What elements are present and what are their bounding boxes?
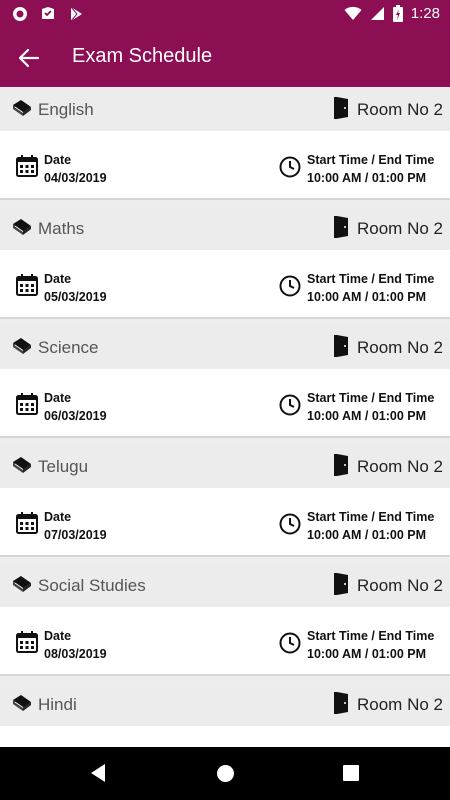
- back-triangle-icon[interactable]: [89, 763, 107, 788]
- clock-icon: [279, 632, 301, 659]
- exam-header: English Room No 2: [0, 87, 450, 131]
- time-label: Start Time / End Time: [307, 153, 435, 167]
- exam-card[interactable]: Science Room No 2 Date 06/03/2019 Start …: [0, 325, 450, 444]
- calendar-icon: [16, 274, 38, 301]
- date-label: Date: [44, 153, 72, 167]
- clock-icon: [279, 394, 301, 421]
- subject-name: Telugu: [38, 457, 89, 476]
- time-value: 10:00 AM / 01:00 PM: [307, 290, 427, 304]
- exam-list[interactable]: English Room No 2 Date 04/03/2019 Start …: [0, 87, 450, 747]
- calendar-icon: [16, 631, 38, 658]
- room-number: Room No 2: [357, 338, 443, 357]
- exam-details: Date 05/03/2019 Start Time / End Time 10…: [0, 250, 450, 319]
- time-value: 10:00 AM / 01:00 PM: [307, 528, 427, 542]
- date-label: Date: [44, 272, 72, 286]
- exam-card[interactable]: Hindi Room No 2: [0, 682, 450, 747]
- time-value: 10:00 AM / 01:00 PM: [307, 171, 427, 185]
- battery-charging-icon: [392, 5, 403, 22]
- date-value: 07/03/2019: [44, 528, 107, 542]
- room-number: Room No 2: [357, 219, 443, 238]
- time-label: Start Time / End Time: [307, 510, 435, 524]
- time-label: Start Time / End Time: [307, 391, 435, 405]
- door-icon: [333, 572, 351, 601]
- subject-name: Science: [38, 338, 99, 357]
- exam-details: Date 04/03/2019 Start Time / End Time 10…: [0, 131, 450, 200]
- exam-card[interactable]: Telugu Room No 2 Date 07/03/2019 Start T…: [0, 444, 450, 563]
- inbox-check-icon: [40, 6, 56, 22]
- room-number: Room No 2: [357, 695, 443, 714]
- date-label: Date: [44, 391, 72, 405]
- subject-name: Social Studies: [38, 576, 146, 595]
- time-label: Start Time / End Time: [307, 629, 435, 643]
- date-value: 04/03/2019: [44, 171, 107, 185]
- door-icon: [333, 96, 351, 125]
- door-icon: [333, 334, 351, 363]
- status-time: 1:28: [410, 5, 440, 22]
- exam-card[interactable]: English Room No 2 Date 04/03/2019 Start …: [0, 87, 450, 206]
- door-icon: [333, 215, 351, 244]
- navigation-bar: [0, 747, 450, 800]
- door-icon: [333, 453, 351, 482]
- date-value: 06/03/2019: [44, 409, 107, 423]
- room-number: Room No 2: [357, 457, 443, 476]
- subject-name: Hindi: [38, 695, 77, 714]
- exam-header: Telugu Room No 2: [0, 444, 450, 488]
- calendar-icon: [16, 393, 38, 420]
- book-icon: [12, 218, 32, 241]
- book-icon: [12, 99, 32, 122]
- book-icon: [12, 456, 32, 479]
- exam-details: Date 06/03/2019 Start Time / End Time 10…: [0, 369, 450, 438]
- exam-card[interactable]: Maths Room No 2 Date 05/03/2019 Start Ti…: [0, 206, 450, 325]
- subject-name: English: [38, 100, 94, 119]
- subject-name: Maths: [38, 219, 85, 238]
- book-icon: [12, 337, 32, 360]
- recents-square-icon[interactable]: [343, 765, 359, 786]
- clock-icon: [279, 513, 301, 540]
- calendar-icon: [16, 512, 38, 539]
- date-value: 08/03/2019: [44, 647, 107, 661]
- circle-notification-icon: [12, 6, 28, 22]
- exam-details: Date 07/03/2019 Start Time / End Time 10…: [0, 488, 450, 557]
- room-number: Room No 2: [357, 576, 443, 595]
- book-icon: [12, 694, 32, 717]
- time-label: Start Time / End Time: [307, 272, 435, 286]
- page-title: Exam Schedule: [72, 45, 213, 67]
- clock-icon: [279, 156, 301, 183]
- time-value: 10:00 AM / 01:00 PM: [307, 409, 427, 423]
- play-store-icon: [68, 6, 84, 22]
- room-number: Room No 2: [357, 100, 443, 119]
- arrow-back-icon[interactable]: [17, 46, 43, 70]
- exam-details: [0, 726, 450, 747]
- clock-icon: [279, 275, 301, 302]
- exam-header: Social Studies Room No 2: [0, 563, 450, 607]
- exam-header: Maths Room No 2: [0, 206, 450, 250]
- date-label: Date: [44, 510, 72, 524]
- status-bar: 1:28: [0, 0, 450, 29]
- wifi-icon: [344, 6, 362, 21]
- exam-card[interactable]: Social Studies Room No 2 Date 08/03/2019…: [0, 563, 450, 682]
- signal-icon: [370, 6, 385, 21]
- calendar-icon: [16, 155, 38, 182]
- app-bar: Exam Schedule: [0, 29, 450, 87]
- exam-header: Science Room No 2: [0, 325, 450, 369]
- book-icon: [12, 575, 32, 598]
- exam-details: Date 08/03/2019 Start Time / End Time 10…: [0, 607, 450, 676]
- home-circle-icon[interactable]: [216, 764, 235, 788]
- exam-header: Hindi Room No 2: [0, 682, 450, 726]
- door-icon: [333, 691, 351, 720]
- time-value: 10:00 AM / 01:00 PM: [307, 647, 427, 661]
- date-value: 05/03/2019: [44, 290, 107, 304]
- date-label: Date: [44, 629, 72, 643]
